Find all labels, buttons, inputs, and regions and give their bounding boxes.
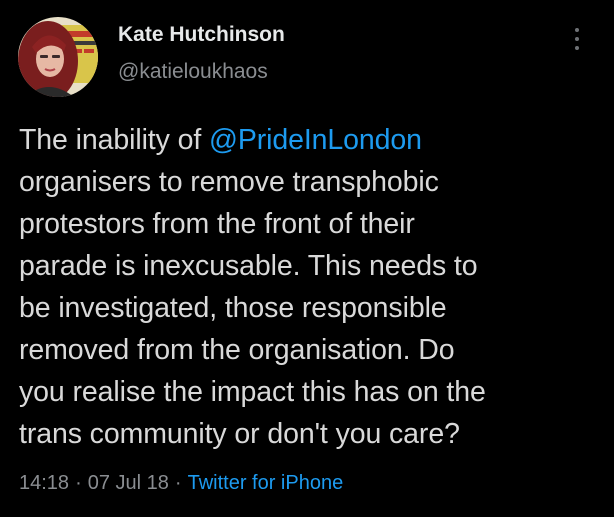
tweet-line: organisers to remove transphobic — [19, 166, 439, 198]
tweet-date: 07 Jul 18 — [87, 472, 169, 494]
tweet-time: 14:18 — [19, 472, 70, 494]
tweet-meta: 14:18 · 07 Jul 18 · Twitter for iPhone — [19, 472, 343, 495]
tweet-source-link[interactable]: Twitter for iPhone — [188, 472, 344, 494]
tweet-line: The inability of @PrideInLondon — [19, 119, 604, 161]
tweet-line: trans community or don't you care? — [19, 418, 460, 450]
tweet-line: you realise the impact this has on the — [19, 376, 486, 408]
tweet-line: removed from the organisation. Do — [19, 334, 455, 366]
tweet-line: protestors from the front of their — [19, 208, 415, 240]
meta-separator: · — [75, 472, 82, 494]
avatar[interactable] — [18, 17, 98, 97]
user-handle[interactable]: @katieloukhaos — [118, 60, 268, 84]
meta-separator: · — [174, 472, 182, 494]
display-name[interactable]: Kate Hutchinson — [118, 23, 285, 47]
tweet-line: be investigated, those responsible — [19, 292, 447, 324]
mention-link[interactable]: @PrideInLondon — [209, 124, 422, 156]
tweet: Kate Hutchinson @katieloukhaos The inabi… — [0, 0, 614, 517]
more-vertical-icon[interactable] — [570, 26, 584, 52]
tweet-text: The inability of @PrideInLondon organise… — [19, 119, 604, 455]
tweet-line: parade is inexcusable. This needs to — [19, 250, 478, 282]
avatar-image — [18, 17, 98, 97]
tweet-line-prefix: The inability of — [19, 124, 209, 156]
